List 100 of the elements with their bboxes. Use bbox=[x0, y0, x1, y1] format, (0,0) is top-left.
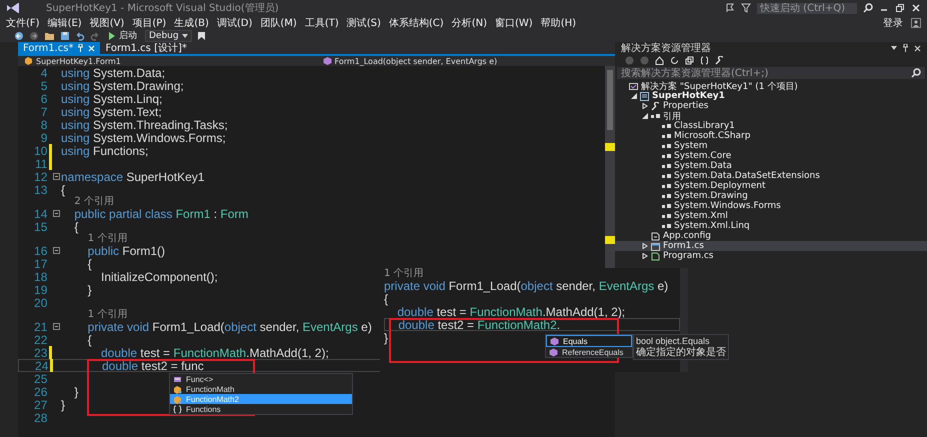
line-number: 4 bbox=[40, 66, 48, 80]
user-icon[interactable] bbox=[911, 18, 921, 28]
menu-item[interactable]: 项目(P) bbox=[132, 16, 166, 30]
menu-item[interactable]: 文件(F) bbox=[6, 16, 40, 30]
menu-item[interactable]: 分析(N) bbox=[452, 16, 487, 30]
close-icon[interactable] bbox=[911, 3, 921, 13]
scrollbar-thumb[interactable] bbox=[607, 70, 613, 130]
funnel-icon[interactable] bbox=[741, 3, 751, 13]
copy-icon[interactable] bbox=[685, 56, 694, 65]
tree-item[interactable]: System bbox=[615, 141, 927, 151]
line-number: 11 bbox=[34, 156, 48, 170]
braces-icon[interactable] bbox=[700, 56, 709, 65]
tree-item[interactable]: System.Xml.Linq bbox=[615, 221, 927, 231]
completion-item[interactable]: ReferenceEquals bbox=[546, 347, 632, 357]
member-name: Form1_Load(object sender, EventArgs e) bbox=[334, 56, 498, 66]
tree-item[interactable]: 引用 bbox=[615, 111, 927, 121]
bookmark-icon[interactable] bbox=[196, 30, 206, 40]
code-line: using System.Threading.Tasks; bbox=[61, 118, 228, 132]
tree-item[interactable]: Properties bbox=[615, 101, 927, 111]
code-line: using System.Windows.Forms; bbox=[61, 130, 226, 144]
line-number: 9 bbox=[40, 130, 48, 144]
tree-item[interactable]: System.Deployment bbox=[615, 181, 927, 191]
configuration-dropdown[interactable]: Debug bbox=[145, 30, 192, 42]
reference-count[interactable]: 1 个引用 bbox=[384, 268, 424, 279]
menu-item[interactable]: 团队(M) bbox=[260, 16, 297, 30]
reference-icon bbox=[662, 212, 671, 220]
code-line: } bbox=[61, 398, 66, 412]
menu-item[interactable]: 工具(T) bbox=[304, 16, 339, 30]
flag-icon[interactable] bbox=[725, 3, 735, 13]
completion-item[interactable]: Functions bbox=[170, 404, 352, 414]
redo-icon[interactable] bbox=[90, 30, 100, 40]
sync-icon[interactable] bbox=[670, 56, 679, 65]
play-icon bbox=[108, 32, 116, 40]
save-icon[interactable] bbox=[60, 30, 70, 40]
collapsed-arrow-icon[interactable] bbox=[642, 253, 648, 259]
undo-icon[interactable] bbox=[75, 30, 85, 40]
tree-item[interactable]: SuperHotKey1 bbox=[615, 91, 927, 101]
tree-item[interactable]: System.Windows.Forms bbox=[615, 201, 927, 211]
code-line: using System.Text; bbox=[61, 104, 162, 118]
tree-item[interactable]: System.Data.DataSetExtensions bbox=[615, 171, 927, 181]
line-number: 5 bbox=[40, 78, 48, 92]
tree-item[interactable]: Form1.cs bbox=[615, 241, 927, 251]
tree-item[interactable]: 解决方案 "SuperHotKey1" (1 个项目) bbox=[615, 81, 927, 91]
code-line: private void Form1_Load(object sender, EventArgs e) bbox=[384, 278, 668, 292]
code-line: public Form1() bbox=[86, 244, 166, 258]
sign-in-link[interactable]: 登录 bbox=[883, 16, 903, 30]
expanded-arrow-icon[interactable] bbox=[630, 93, 636, 99]
tree-item[interactable]: Program.cs bbox=[615, 251, 927, 261]
code-line: using Functions; bbox=[61, 144, 148, 158]
menu-item[interactable]: 体系结构(C) bbox=[388, 16, 444, 30]
reference-icon bbox=[651, 112, 660, 120]
line-number: 8 bbox=[40, 118, 48, 132]
caret-icon[interactable] bbox=[891, 46, 897, 50]
completion-list[interactable]: Equals ReferenceEquals bbox=[545, 334, 633, 358]
caret-icon bbox=[182, 34, 188, 38]
menu-item[interactable]: 调试(D) bbox=[216, 16, 252, 30]
reference-count[interactable]: 1 个引用 bbox=[88, 309, 128, 320]
document-tab[interactable]: Form1.cs [设计]* bbox=[100, 42, 192, 54]
config-file-icon bbox=[651, 232, 660, 240]
start-button[interactable]: 启动 bbox=[105, 30, 140, 42]
reference-count[interactable]: 1 个引用 bbox=[88, 233, 128, 244]
restore-icon[interactable] bbox=[895, 3, 905, 13]
menu-item[interactable]: 测试(S) bbox=[346, 16, 381, 30]
menu-item[interactable]: 视图(V) bbox=[90, 16, 124, 30]
reference-icon bbox=[662, 222, 671, 230]
collapse-icon[interactable] bbox=[53, 173, 60, 180]
code-line: double test2 = FunctionMath2. bbox=[397, 318, 560, 332]
form-icon bbox=[651, 242, 660, 250]
code-line: { bbox=[86, 332, 92, 346]
expanded-arrow-icon[interactable] bbox=[642, 113, 648, 119]
collapsed-arrow-icon[interactable] bbox=[642, 103, 648, 109]
tree-item[interactable]: System.Xml bbox=[615, 211, 927, 221]
menu-item[interactable]: 帮助(H) bbox=[540, 16, 576, 30]
completion-list[interactable]: Func<> FunctionMath FunctionMath2 Functions bbox=[169, 373, 353, 415]
wrench-icon[interactable] bbox=[715, 56, 724, 65]
tree-item[interactable]: System.Data bbox=[615, 161, 927, 171]
menu-item[interactable]: 生成(B) bbox=[174, 16, 209, 30]
reference-count[interactable]: 2 个引用 bbox=[74, 196, 114, 207]
line-number: 22 bbox=[33, 332, 48, 346]
tree-item[interactable]: ClassLibrary1 bbox=[615, 121, 927, 131]
completion-item[interactable]: FunctionMath bbox=[170, 384, 352, 394]
tree-item[interactable]: Microsoft.CSharp bbox=[615, 131, 927, 141]
collapsed-arrow-icon[interactable] bbox=[642, 243, 648, 249]
tree-item[interactable]: App.config bbox=[615, 231, 927, 241]
code-line: using System.Data; bbox=[61, 66, 166, 80]
collapse-icon[interactable] bbox=[53, 323, 60, 330]
collapse-icon[interactable] bbox=[53, 210, 60, 217]
line-number: 19 bbox=[33, 282, 48, 296]
home-icon[interactable] bbox=[655, 56, 664, 65]
scrollbar[interactable] bbox=[605, 66, 615, 268]
completion-item[interactable]: Equals bbox=[546, 335, 632, 347]
menu-item[interactable]: 编辑(E) bbox=[48, 16, 82, 30]
search-icon[interactable] bbox=[863, 3, 873, 13]
close-icon[interactable] bbox=[914, 44, 921, 52]
completion-item[interactable]: Func<> bbox=[170, 374, 352, 384]
tree-item[interactable]: System.Core bbox=[615, 151, 927, 161]
menu-item[interactable]: 窗口(W) bbox=[494, 16, 533, 30]
tree-item[interactable]: System.Drawing bbox=[615, 191, 927, 201]
pin-icon[interactable] bbox=[902, 44, 909, 52]
collapse-icon[interactable] bbox=[53, 247, 60, 254]
